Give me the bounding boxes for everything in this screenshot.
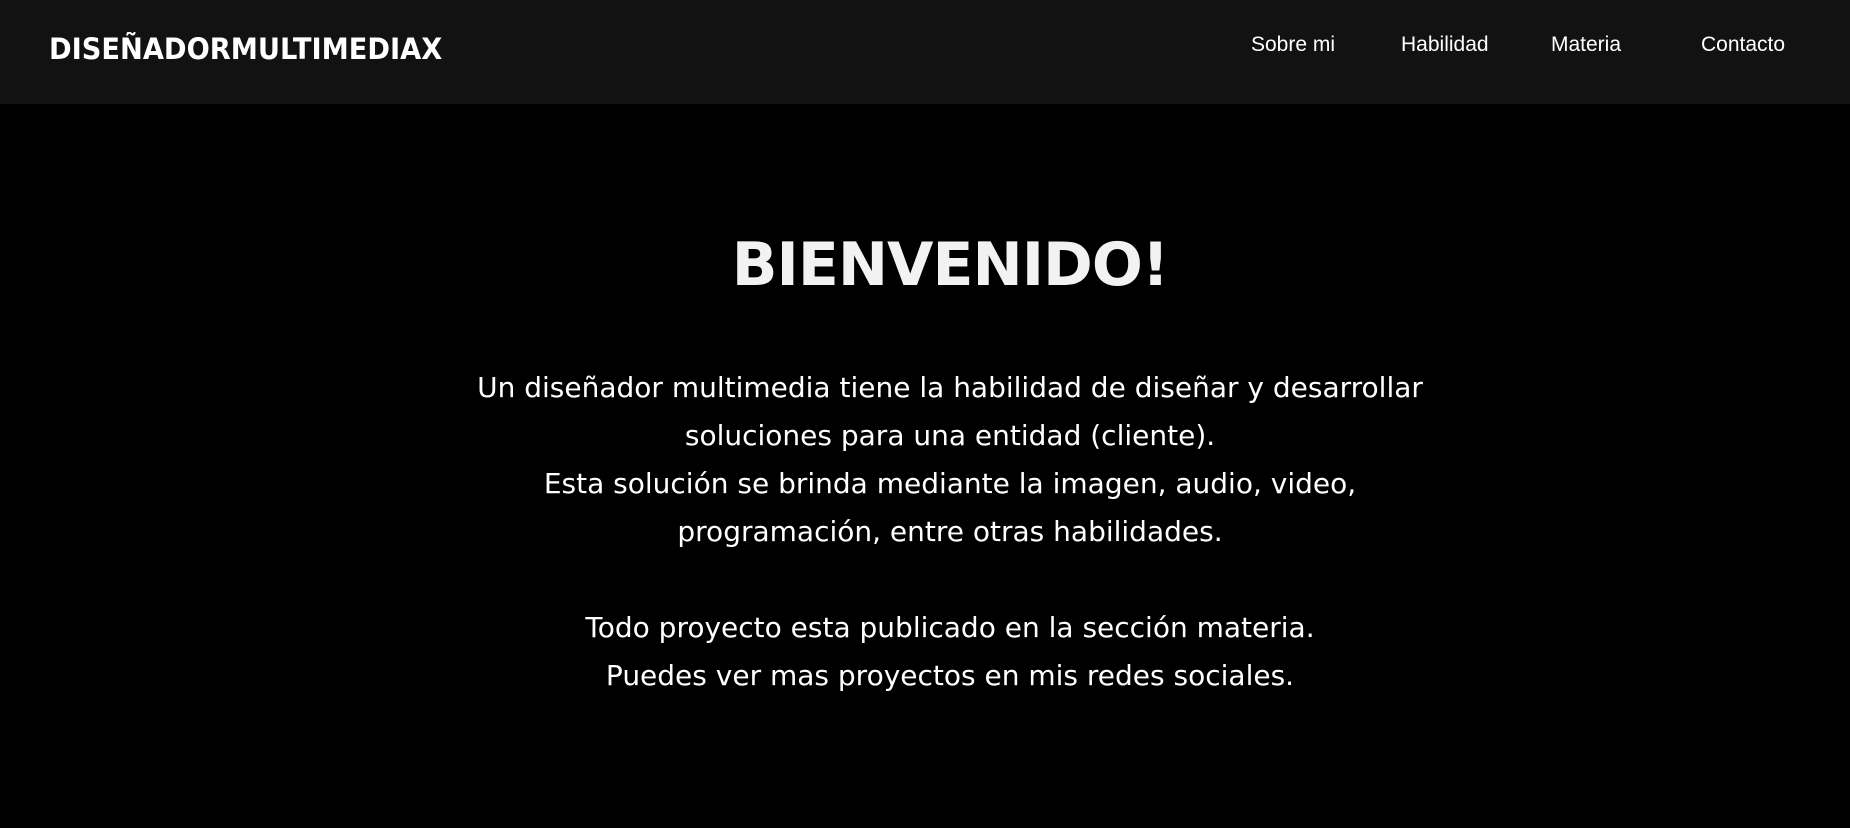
hero-text-line: programación, entre otras habilidades. [677,515,1223,548]
nav-link-materia[interactable]: Materia [1551,32,1621,58]
nav-link-habilidad[interactable]: Habilidad [1401,32,1489,58]
nav-link-sobre-mi[interactable]: Sobre mi [1251,32,1335,58]
hero-title: BIENVENIDO! [731,230,1169,300]
hero-text-spacer [0,556,1850,604]
nav-link-contacto[interactable]: Contacto [1701,32,1785,58]
site-logo[interactable]: DISEÑADORMULTIMEDIAX [49,31,442,67]
hero-text-line: Esta solución se brinda mediante la imag… [543,467,1357,500]
hero-text-line: soluciones para una entidad (cliente). [684,419,1216,452]
hero-description: Un diseñador multimedia tiene la habilid… [0,364,1850,700]
hero-text-line: Un diseñador multimedia tiene la habilid… [477,371,1423,404]
navbar: DISEÑADORMULTIMEDIAX Sobre mi Habilidad … [0,0,1850,104]
hero-text-line: Puedes ver mas proyectos en mis redes so… [605,659,1295,692]
hero-text-line: Todo proyecto esta publicado en la secci… [585,611,1315,644]
